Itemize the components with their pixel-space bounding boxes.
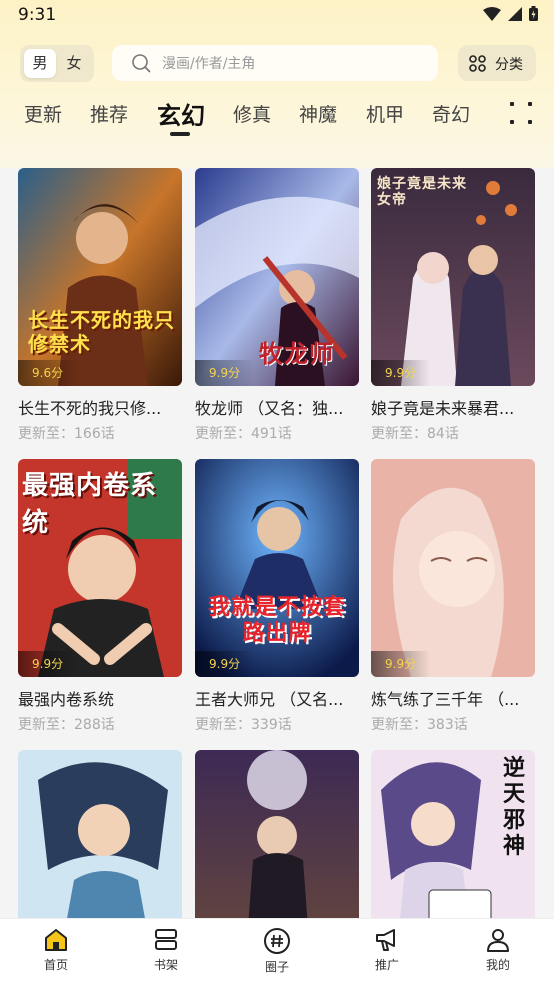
active-tab-indicator — [170, 132, 190, 136]
comic-card[interactable]: 长生不死的我只修禁术 9.6分 长生不死的我只修... 更新至：166话 — [18, 168, 182, 443]
comic-update: 更新至：288话 — [18, 717, 115, 733]
tab-shenmo[interactable]: 神魔 — [299, 100, 337, 127]
comic-cover — [18, 750, 182, 918]
comic-cover: 娘子竟是未来女帝 9.9分 — [371, 168, 535, 386]
nav-promote[interactable]: 推广 — [357, 927, 417, 973]
nav-home[interactable]: 首页 — [26, 927, 86, 973]
comic-title: 最强内卷系统 — [18, 690, 115, 709]
cover-title: 牧龙师 — [259, 340, 334, 368]
score-badge: 9.9分 — [371, 360, 431, 386]
cover-title: 长生不死的我只修禁术 — [28, 308, 175, 356]
tab-xuanhuan[interactable]: 玄幻 — [157, 96, 205, 131]
status-icons — [483, 6, 538, 21]
comic-card[interactable]: 逆天邪神 — [371, 750, 535, 918]
score-badge: 9.6分 — [18, 360, 78, 386]
score-badge: 9.9分 — [195, 651, 255, 677]
comic-title: 炼气练了三千年 （... — [371, 690, 520, 709]
comic-cover: 我就是不按套路出牌 9.9分 — [195, 459, 359, 677]
cover-art — [18, 750, 182, 918]
tab-xiuzhen[interactable]: 修真 — [233, 100, 271, 127]
tab-recommend[interactable]: 推荐 — [90, 100, 128, 127]
comic-card[interactable]: 我就是不按套路出牌 9.9分 王者大师兄 （又名... 更新至：339话 — [195, 459, 359, 734]
grid-icon — [469, 55, 486, 72]
comic-update: 更新至：339话 — [195, 717, 292, 733]
status-time: 9:31 — [18, 5, 57, 25]
cover-title: 我就是不按套路出牌 — [207, 595, 346, 646]
header-background: 9:31 男 女 漫画/作者/主角 分类 更新 推荐 玄幻 修真 神魔 机甲 奇… — [0, 0, 554, 168]
comic-title: 牧龙师 （又名：独... — [195, 399, 344, 418]
bookshelf-icon — [155, 929, 177, 950]
profile-icon — [487, 929, 509, 952]
nav-profile-label: 我的 — [485, 958, 510, 972]
score-badge: 9.9分 — [18, 651, 78, 677]
comic-update: 更新至：383话 — [371, 717, 468, 733]
comic-cover: 最强内卷系统 9.9分 — [18, 459, 182, 677]
nav-circle-label: 圈子 — [264, 960, 289, 974]
comic-grid: 长生不死的我只修禁术 9.6分 长生不死的我只修... 更新至：166话 牧龙师… — [0, 168, 554, 918]
comic-update: 更新至：491话 — [195, 426, 292, 442]
classify-label: 分类 — [495, 57, 523, 73]
gender-male-button[interactable]: 男 — [24, 49, 56, 78]
comic-cover — [195, 750, 359, 918]
hashtag-icon — [264, 928, 290, 954]
category-tabs: 更新 推荐 玄幻 修真 神魔 机甲 奇幻 — [0, 92, 554, 140]
comic-update: 更新至：84话 — [371, 426, 459, 442]
search-icon — [132, 54, 151, 73]
nav-profile[interactable]: 我的 — [468, 927, 528, 973]
classify-button[interactable]: 分类 — [458, 45, 536, 81]
nav-circle[interactable]: 圈子 — [247, 927, 307, 975]
gender-switch: 男 女 — [20, 45, 94, 82]
cover-title: 逆天邪神 — [503, 756, 527, 859]
battery-icon — [529, 6, 538, 21]
nav-home-label: 首页 — [43, 958, 68, 972]
bottom-navigation: 首页 书架 圈子 推广 我的 — [0, 918, 554, 985]
tab-qihuan[interactable]: 奇幻 — [432, 100, 470, 127]
cover-art — [195, 750, 359, 918]
comic-cover: 逆天邪神 — [371, 750, 535, 918]
comic-card[interactable]: 最强内卷系统 9.9分 最强内卷系统 更新至：288话 — [18, 459, 182, 734]
search-input[interactable]: 漫画/作者/主角 — [112, 45, 438, 81]
comic-update: 更新至：166话 — [18, 426, 115, 442]
tab-jijia[interactable]: 机甲 — [366, 100, 404, 127]
comic-card[interactable]: 娘子竟是未来女帝 9.9分 娘子竟是未来暴君... 更新至：84话 — [371, 168, 535, 443]
cover-title: 最强内卷系统 — [22, 471, 158, 538]
score-badge: 9.9分 — [195, 360, 255, 386]
megaphone-icon — [376, 929, 395, 951]
more-tabs-icon[interactable] — [510, 102, 532, 124]
home-icon — [45, 929, 67, 951]
comic-card[interactable]: 牧龙师 9.9分 牧龙师 （又名：独... 更新至：491话 — [195, 168, 359, 443]
cover-title: 娘子竟是未来女帝 — [377, 176, 467, 208]
tab-update[interactable]: 更新 — [24, 100, 62, 127]
status-bar: 9:31 — [0, 0, 554, 30]
gender-female-button[interactable]: 女 — [58, 49, 90, 78]
score-badge: 9.9分 — [371, 651, 431, 677]
comic-cover: 9.9分 — [371, 459, 535, 677]
nav-bookshelf-label: 书架 — [153, 958, 178, 972]
wifi-icon — [483, 6, 501, 21]
comic-cover: 长生不死的我只修禁术 9.6分 — [18, 168, 182, 386]
comic-title: 王者大师兄 （又名... — [195, 690, 344, 709]
comic-cover: 牧龙师 9.9分 — [195, 168, 359, 386]
comic-title: 长生不死的我只修... — [18, 399, 162, 418]
comic-title: 娘子竟是未来暴君... — [371, 399, 515, 418]
search-placeholder: 漫画/作者/主角 — [162, 56, 256, 72]
comic-card[interactable]: 9.9分 炼气练了三千年 （... 更新至：383话 — [371, 459, 535, 734]
nav-bookshelf[interactable]: 书架 — [136, 927, 196, 973]
signal-icon — [508, 6, 522, 21]
comic-card[interactable] — [195, 750, 359, 918]
comic-card[interactable] — [18, 750, 182, 918]
cover-art — [371, 459, 535, 677]
nav-promote-label: 推广 — [374, 958, 399, 972]
